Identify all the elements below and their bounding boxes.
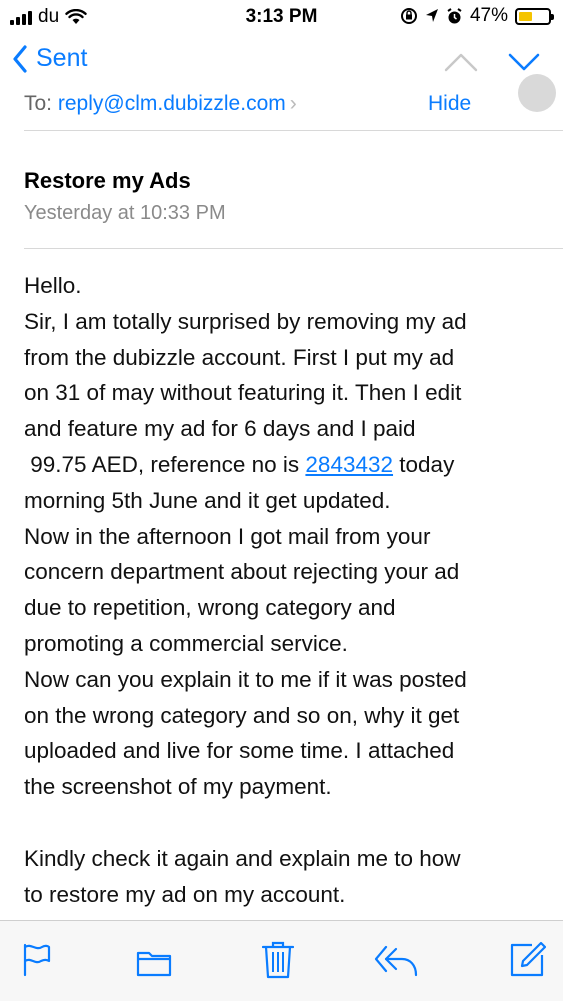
body-text: today — [393, 451, 455, 477]
reference-number-link[interactable]: 2843432 — [305, 452, 393, 477]
body-line: from the dubizzle account. First I put m… — [24, 344, 455, 370]
message-body: Hello. Sir, I am totally surprised by re… — [24, 268, 544, 948]
hide-details-link[interactable]: Hide — [428, 92, 471, 116]
reply-icon[interactable] — [374, 945, 418, 977]
status-bar: du 3:13 PM 47% — [0, 0, 563, 34]
body-line: and feature my ad for 6 days and I paid — [24, 416, 416, 442]
body-line: the screenshot of my payment. — [24, 774, 332, 800]
folder-icon[interactable] — [136, 949, 172, 977]
header-divider — [24, 130, 563, 131]
body-line: promoting a commercial service. — [24, 630, 348, 656]
alarm-icon — [447, 7, 462, 23]
chevron-left-icon — [13, 44, 27, 73]
next-message-icon[interactable] — [508, 52, 540, 72]
body-text: 99.75 AED, reference no is — [24, 451, 306, 477]
body-line: uploaded and live for some time. I attac… — [24, 738, 455, 764]
sent-date: Yesterday at 10:33 PM — [24, 202, 226, 224]
back-label: Sent — [36, 44, 88, 72]
body-line: Now can you explain it to me if it was p… — [24, 666, 467, 692]
recipient-row: To: reply@clm.dubizzle.com › Hide — [24, 74, 556, 124]
body-line: 99.75 AED, reference no is 2843432 today — [24, 447, 544, 483]
battery-percent: 47% — [469, 5, 508, 26]
compose-icon[interactable] — [510, 941, 546, 977]
recipient-address[interactable]: reply@clm.dubizzle.com — [58, 92, 286, 115]
body-line: Now in the afternoon I got mail from you… — [24, 523, 431, 549]
nav-bar: Sent — [0, 36, 563, 92]
avatar — [518, 74, 556, 112]
status-right: 47% — [400, 5, 554, 27]
body-line: to restore my ad on my account. — [24, 881, 346, 907]
subject: Restore my Ads — [24, 168, 191, 193]
rotation-lock-icon — [400, 8, 417, 24]
chevron-right-icon: › — [289, 92, 297, 115]
body-line: morning 5th June and it get updated. — [24, 487, 391, 513]
flag-icon[interactable] — [22, 943, 52, 977]
trash-icon[interactable] — [262, 941, 294, 979]
body-line: Hello. — [24, 273, 82, 298]
body-line: due to repetition, wrong category and — [24, 595, 396, 621]
location-icon — [425, 9, 438, 22]
body-line: concern department about rejecting your … — [24, 559, 460, 585]
body-line: Kindly check it again and explain me to … — [24, 845, 461, 871]
battery-icon — [515, 7, 554, 25]
bottom-toolbar — [0, 920, 563, 1001]
previous-message-icon[interactable] — [444, 52, 478, 72]
back-button[interactable]: Sent — [12, 44, 87, 73]
to-label: To: — [24, 92, 53, 115]
body-line: Sir, I am totally surprised by removing … — [24, 308, 467, 334]
body-line — [24, 805, 544, 841]
body-line: on the wrong category and so on, why it … — [24, 702, 460, 728]
subject-divider — [24, 248, 563, 249]
body-line: on 31 of may without featuring it. Then … — [24, 380, 462, 406]
